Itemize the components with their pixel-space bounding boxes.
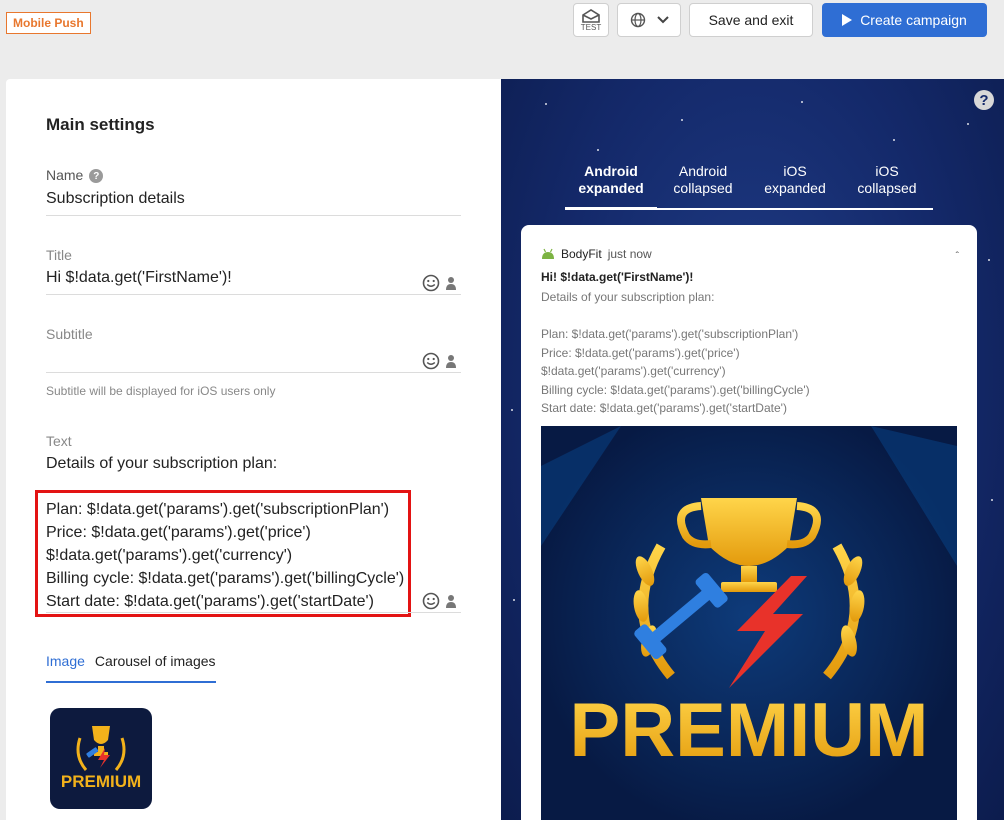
help-icon[interactable]: ?: [974, 90, 994, 110]
help-icon[interactable]: ?: [89, 169, 104, 184]
test-label: TEST: [580, 22, 602, 32]
name-label: Name?: [46, 167, 104, 184]
preview-panel: ? Android expanded Android collapsed iOS ex…: [501, 79, 1004, 820]
star: [681, 119, 683, 121]
save-and-exit-button[interactable]: Save and exit: [689, 3, 813, 37]
tab-line: collapsed: [857, 180, 917, 196]
star: [988, 259, 990, 261]
notification-text-line: Price: $!data.get('params').get('price'): [541, 345, 740, 360]
star: [545, 103, 547, 105]
image-tabs: Image Carousel of images: [46, 653, 216, 683]
collapse-caret-icon[interactable]: ˆ: [956, 251, 959, 262]
text-line: Details of your subscription plan:: [46, 455, 278, 472]
tab-line: expanded: [764, 180, 826, 196]
divider: [46, 294, 461, 295]
star: [893, 139, 895, 141]
name-field[interactable]: Subscription details: [46, 190, 185, 208]
thumbnail-text: PREMIUM: [61, 772, 141, 791]
notification-text-line: [541, 307, 810, 326]
personalization-icon[interactable]: [446, 354, 456, 368]
tab-line: Android: [678, 163, 728, 179]
settings-panel: Main settings Name? Subscription details…: [6, 79, 501, 820]
text-label: Text: [46, 433, 72, 449]
notification-text-line: Start date: $!data.get('params').get('st…: [541, 401, 787, 415]
test-send-icon: [582, 8, 600, 23]
tab-image[interactable]: Image: [46, 653, 95, 683]
star: [513, 599, 515, 601]
app-name: BodyFit: [561, 247, 602, 261]
star: [511, 409, 513, 411]
highlight-box: [35, 490, 411, 617]
subtitle-field[interactable]: [46, 372, 461, 373]
emoji-icon[interactable]: [422, 592, 440, 610]
star: [597, 149, 599, 151]
test-button[interactable]: TEST: [573, 3, 609, 37]
premium-image-graphic: PREMIUM: [541, 426, 957, 773]
divider: [46, 612, 461, 613]
title-field[interactable]: Hi $!data.get('FirstName')!: [46, 269, 232, 287]
star: [991, 499, 993, 501]
subtitle-hint: Subtitle will be displayed for iOS users…: [46, 384, 276, 398]
chevron-down-icon: [656, 16, 669, 24]
tab-ios-collapsed[interactable]: iOS collapsed: [841, 163, 933, 208]
section-title: Main settings: [46, 115, 155, 134]
emoji-icon[interactable]: [422, 352, 440, 370]
create-campaign-button[interactable]: Create campaign: [822, 3, 987, 37]
title-field-icons: [422, 274, 456, 292]
notification-text-line: Billing cycle: $!data.get('params').get(…: [541, 382, 810, 397]
notification-time: just now: [607, 247, 652, 261]
globe-icon: [630, 12, 645, 28]
notification-image: PREMIUM: [541, 426, 957, 820]
star: [967, 123, 969, 125]
tab-android-collapsed[interactable]: Android collapsed: [657, 163, 749, 208]
personalization-icon[interactable]: [446, 594, 456, 608]
name-label-text: Name: [46, 167, 84, 183]
notification-text-line: $!data.get('params').get('currency'): [541, 364, 726, 378]
android-icon: [542, 248, 554, 259]
subtitle-field-icons: [422, 352, 456, 370]
tab-line: iOS: [783, 163, 807, 179]
notification-text-line: Details of your subscription plan:: [541, 290, 715, 304]
notification-preview-card: BodyFit just now ˆ Hi! $!data.get('First…: [521, 225, 977, 820]
personalization-icon[interactable]: [446, 276, 456, 290]
create-campaign-label: Create campaign: [860, 12, 967, 28]
notification-text-line: Plan: $!data.get('params').get('subscrip…: [541, 327, 799, 341]
notification-title: Hi! $!data.get('FirstName')!: [541, 270, 694, 284]
image-thumbnail[interactable]: PREMIUM: [50, 708, 152, 809]
tab-carousel[interactable]: Carousel of images: [95, 653, 216, 681]
star: [801, 101, 803, 103]
tab-line: iOS: [875, 163, 899, 179]
tab-android-expanded[interactable]: Android expanded: [565, 163, 657, 210]
emoji-icon[interactable]: [422, 274, 440, 292]
tab-line: collapsed: [673, 180, 733, 196]
premium-thumbnail-graphic: PREMIUM: [61, 726, 141, 791]
play-icon: [842, 14, 853, 26]
tab-line: Android: [584, 163, 638, 179]
tab-ios-expanded[interactable]: iOS expanded: [749, 163, 841, 208]
preview-tabs: Android expanded Android collapsed iOS expa…: [565, 163, 933, 210]
tab-line: expanded: [578, 180, 644, 196]
language-dropdown[interactable]: [617, 3, 681, 37]
divider: [46, 215, 461, 216]
notification-text: Details of your subscription plan: Plan:…: [541, 288, 810, 418]
premium-text: PREMIUM: [570, 688, 929, 773]
subtitle-label: Subtitle: [46, 326, 93, 342]
title-label: Title: [46, 247, 72, 263]
channel-badge: Mobile Push: [6, 12, 91, 34]
text-field-icons: [422, 592, 456, 610]
notification-header: BodyFit just now: [541, 247, 652, 261]
